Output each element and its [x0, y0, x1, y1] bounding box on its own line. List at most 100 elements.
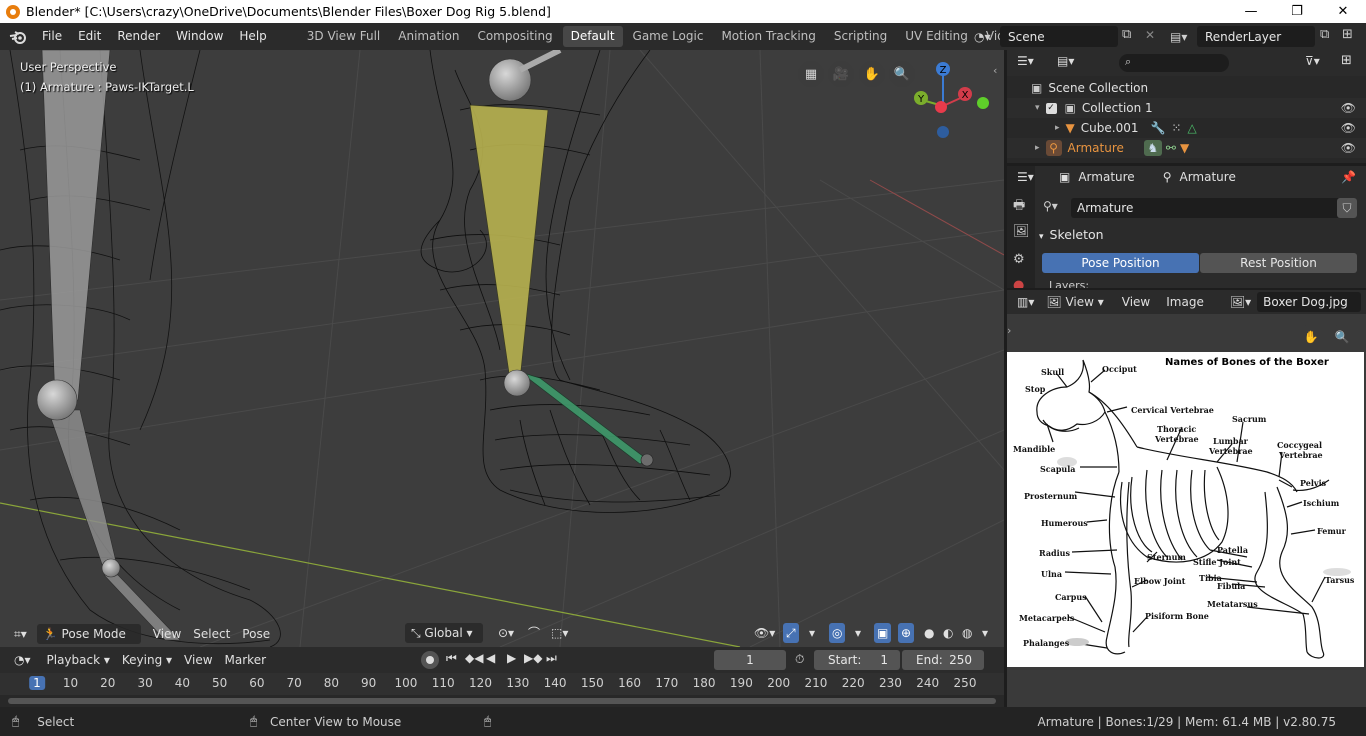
current-frame-field[interactable]: 1: [714, 650, 786, 670]
ruler-tick-140[interactable]: 140: [544, 676, 567, 690]
scene-name-field[interactable]: Scene: [1000, 26, 1118, 47]
datablock-name-field[interactable]: Armature ⛉: [1071, 198, 1357, 218]
toggle-grid-icon[interactable]: ▦: [798, 61, 824, 87]
mode-dropdown[interactable]: 🏃 Pose Mode ▾: [36, 623, 141, 661]
jump-start-icon[interactable]: ⏮: [446, 651, 457, 666]
ie-menu-image[interactable]: Image: [1166, 295, 1204, 309]
expand-icon[interactable]: ▾: [1035, 103, 1040, 113]
ie-zoom-icon[interactable]: 🔍: [1329, 324, 1355, 350]
preview-range-icon[interactable]: ⏱: [795, 652, 804, 667]
ruler-tick-180[interactable]: 180: [693, 676, 716, 690]
snap-target-icon[interactable]: ⬚▾: [545, 623, 574, 643]
filter-icon[interactable]: ⊽▾: [1305, 54, 1320, 68]
pose-icon[interactable]: ♞: [1143, 140, 1162, 156]
jump-end-icon[interactable]: ⏭: [546, 651, 557, 666]
menu-window[interactable]: Window: [168, 23, 231, 50]
outliner-row-cube[interactable]: ▸ ▼ Cube.001 🔧 ⁙ △ 👁: [1007, 118, 1366, 138]
ruler-tick-250[interactable]: 250: [954, 676, 977, 690]
ruler-tick-50[interactable]: 50: [212, 676, 227, 690]
close-button[interactable]: ✕: [1320, 0, 1366, 23]
shading-wireframe-icon[interactable]: ⊕: [898, 623, 915, 643]
gizmo-toggle-icon[interactable]: ⤢: [783, 623, 799, 643]
menu-edit[interactable]: Edit: [70, 23, 109, 50]
menu-pose[interactable]: Pose: [236, 624, 276, 644]
gizmo-dropdown-icon[interactable]: ▾: [803, 623, 821, 643]
shading-dropdown-icon[interactable]: ▾: [976, 623, 994, 643]
ruler-tick-20[interactable]: 20: [100, 676, 115, 690]
scene-close-icon[interactable]: ✕: [1145, 28, 1155, 42]
menu-help[interactable]: Help: [231, 23, 274, 50]
visibility-eye-icon[interactable]: 👁: [1341, 101, 1356, 115]
pivot-point-icon[interactable]: ⊙▾: [492, 623, 520, 643]
ruler-tick-200[interactable]: 200: [767, 676, 790, 690]
tab-animation[interactable]: Animation: [390, 26, 467, 47]
visibility-eye-icon[interactable]: 👁: [1341, 121, 1356, 135]
timeline-editor-type-icon[interactable]: ◔▾: [8, 650, 37, 670]
3d-viewport[interactable]: User Perspective (1) Armature : Paws-IKT…: [0, 50, 1004, 647]
tab-3d-view-full[interactable]: 3D View Full: [299, 26, 389, 47]
menu-playback[interactable]: Playback ▾: [41, 650, 116, 670]
image-canvas[interactable]: ✋ 🔍 › Names of Bones of the Boxer Skull …: [1007, 314, 1366, 707]
armature-data-icon[interactable]: ⚯: [1166, 141, 1176, 155]
tab-default[interactable]: Default: [562, 26, 623, 47]
view-layer-new-icon[interactable]: ⊞: [1342, 27, 1353, 42]
tab-motion-tracking[interactable]: Motion Tracking: [713, 26, 823, 47]
ruler-tick-70[interactable]: 70: [287, 676, 302, 690]
right-leg-bones[interactable]: [469, 50, 654, 467]
ruler-tick-230[interactable]: 230: [879, 676, 902, 690]
mesh-data-icon[interactable]: △: [1187, 121, 1196, 135]
xray-icon[interactable]: ▣: [874, 623, 892, 643]
viewport-scene[interactable]: [0, 50, 1004, 647]
ie-view-mode-dropdown[interactable]: 🖼 View ▾: [1046, 295, 1103, 309]
ruler-tick-120[interactable]: 120: [469, 676, 492, 690]
sidebar-toggle-icon[interactable]: ‹: [993, 64, 997, 77]
menu-timeline-view[interactable]: View: [178, 650, 218, 670]
pan-hand-icon[interactable]: ✋: [859, 61, 885, 87]
scene-browse-icon[interactable]: ◔▾: [974, 27, 1000, 47]
ruler-tick-90[interactable]: 90: [361, 676, 376, 690]
menu-keying[interactable]: Keying ▾: [116, 650, 178, 670]
blender-menu-icon[interactable]: [8, 27, 28, 47]
visibility-icon[interactable]: 👁▾: [748, 623, 781, 643]
ruler-tick-40[interactable]: 40: [175, 676, 190, 690]
pose-position-button[interactable]: Pose Position: [1042, 253, 1199, 273]
ie-editor-type-icon[interactable]: ▥▾: [1017, 295, 1034, 309]
camera-view-icon[interactable]: 🎥: [828, 61, 854, 87]
include-checkbox[interactable]: ✓: [1045, 102, 1057, 114]
mesh-data-icon[interactable]: ▼: [1180, 141, 1189, 155]
timeline-scrollbar[interactable]: [0, 695, 1004, 707]
pin-icon[interactable]: 📌: [1341, 170, 1356, 184]
play-icon[interactable]: ▶: [507, 651, 516, 665]
ruler-tick-80[interactable]: 80: [324, 676, 339, 690]
expand-icon[interactable]: ▸: [1055, 123, 1060, 133]
outliner-row-collection-1[interactable]: ▾ ✓ ▣ Collection 1 👁: [1007, 98, 1366, 118]
end-frame-field[interactable]: End: 250: [902, 650, 984, 670]
tab-compositing[interactable]: Compositing: [469, 26, 560, 47]
menu-select[interactable]: Select: [187, 624, 236, 644]
ruler-tick-130[interactable]: 130: [506, 676, 529, 690]
rest-position-button[interactable]: Rest Position: [1200, 253, 1357, 273]
ruler-tick-150[interactable]: 150: [581, 676, 604, 690]
record-icon[interactable]: [421, 651, 439, 669]
ie-pan-icon[interactable]: ✋: [1298, 324, 1324, 350]
menu-marker[interactable]: Marker: [219, 650, 272, 670]
scene-tab-icon[interactable]: ⚙: [1013, 252, 1025, 267]
ie-image-name-field[interactable]: Boxer Dog.jpg: [1257, 292, 1362, 312]
ruler-tick-210[interactable]: 210: [804, 676, 827, 690]
tab-game-logic[interactable]: Game Logic: [625, 26, 712, 47]
view-layer-field[interactable]: RenderLayer: [1197, 26, 1315, 47]
transform-orientation-dropdown[interactable]: ⤡ Global ▾: [405, 623, 483, 643]
ruler-tick-220[interactable]: 220: [842, 676, 865, 690]
ruler-tick-1[interactable]: 1: [29, 676, 45, 690]
outliner-editor-type-icon[interactable]: ☰▾: [1017, 54, 1034, 68]
datablock-browse-icon[interactable]: ⚲▾: [1043, 199, 1058, 213]
ruler-tick-240[interactable]: 240: [916, 676, 939, 690]
overlay-toggle-icon[interactable]: ◎: [829, 623, 846, 643]
breadcrumb-data[interactable]: Armature: [1179, 170, 1235, 184]
ruler-tick-100[interactable]: 100: [395, 676, 418, 690]
ruler-tick-60[interactable]: 60: [249, 676, 264, 690]
props-editor-type-icon[interactable]: ☰▾: [1017, 170, 1034, 184]
ruler-tick-160[interactable]: 160: [618, 676, 641, 690]
start-frame-field[interactable]: Start: 1: [814, 650, 900, 670]
new-collection-icon[interactable]: ⊞: [1341, 53, 1352, 68]
